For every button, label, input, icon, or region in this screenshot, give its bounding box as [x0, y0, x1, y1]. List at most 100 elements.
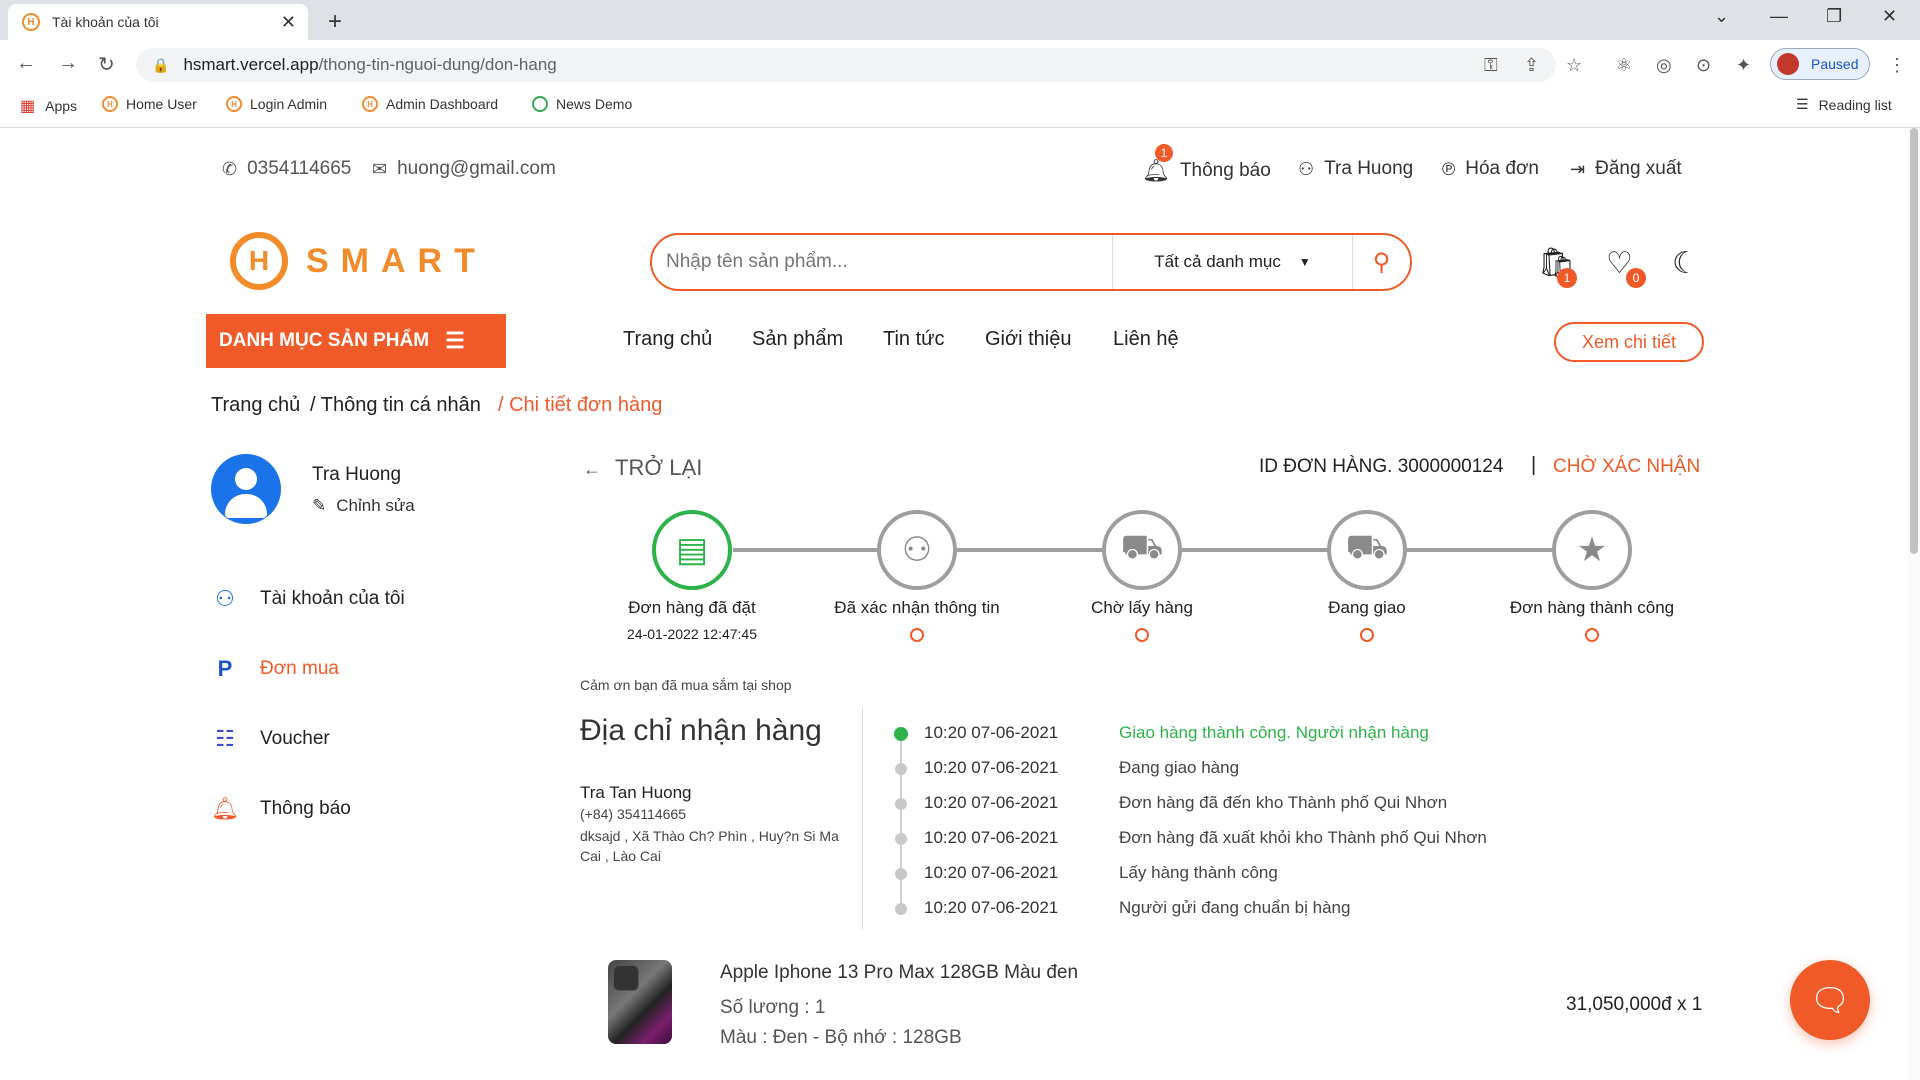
bell-icon: 🔔︎ [211, 796, 239, 821]
share-icon[interactable]: ⇪ [1524, 55, 1539, 76]
kebab-menu-icon[interactable]: ⋮ [1888, 55, 1906, 76]
bookmark-news-demo[interactable]: News Demo [532, 96, 632, 112]
address-bar[interactable]: 🔒 hsmart.vercel.app/thong-tin-nguoi-dung… [136, 48, 1556, 82]
back-button[interactable]: ← TRỞ LẠI [583, 455, 702, 481]
site-logo[interactable]: H SMART [230, 232, 487, 290]
nav-home[interactable]: Trang chủ [623, 328, 712, 351]
search-input[interactable] [652, 235, 1112, 289]
close-tab-icon[interactable]: ✕ [281, 12, 296, 33]
timeline-time: 10:20 07-06-2021 [924, 898, 1059, 917]
product-category-button[interactable]: DANH MỤC SẢN PHẨM ☰ [206, 314, 506, 368]
sidebar-item-notifications[interactable]: 🔔︎ Thông báo [210, 796, 351, 822]
bookmark-home-user[interactable]: H Home User [102, 96, 197, 112]
profile-avatar [1777, 53, 1799, 75]
nav-about[interactable]: Giới thiệu [985, 328, 1071, 351]
step-time: 24-01-2022 12:47:45 [627, 626, 757, 642]
browser-tab[interactable]: H Tài khoản của tôi ✕ [8, 4, 308, 40]
timeline-event: Đang giao hàng [1119, 758, 1240, 777]
timeline-time: 10:20 07-06-2021 [924, 758, 1059, 777]
timeline-time: 10:20 07-06-2021 [924, 863, 1059, 882]
url-path: /thong-tin-nguoi-dung/don-hang [318, 55, 557, 74]
breadcrumb-current: / Chi tiết đơn hàng [498, 394, 663, 416]
arrow-left-icon: ← [583, 459, 601, 479]
reload-icon[interactable]: ↻ [98, 52, 115, 77]
chat-button[interactable]: 🗨︎ [1790, 960, 1870, 1040]
product-quantity: Số lương : 1 [720, 997, 826, 1018]
breadcrumb-home[interactable]: Trang chủ [211, 394, 300, 417]
stepper-connector [957, 548, 1108, 552]
sidebar-item-orders[interactable]: P Đơn mua [210, 656, 339, 682]
lock-icon: 🔒 [152, 56, 170, 73]
bookmark-login-admin[interactable]: H Login Admin [226, 96, 327, 112]
tab-title: Tài khoản của tôi [52, 14, 159, 30]
notifications-link[interactable]: 🔔︎ Thông báo [1142, 158, 1271, 184]
close-window-icon[interactable]: ✕ [1882, 6, 1897, 27]
dark-mode-moon-icon[interactable]: ☾ [1672, 246, 1699, 281]
step-label: Đơn hàng đã đặt [628, 598, 756, 617]
contact-phone: ✆ 0354114665 [222, 158, 352, 179]
chevron-down-icon: ▼ [1298, 255, 1311, 269]
pending-indicator [910, 628, 924, 642]
divider [862, 708, 863, 930]
devtools-extension-icon[interactable]: ⊙ [1696, 55, 1711, 76]
address-title: Địa chỉ nhận hàng [580, 714, 822, 747]
minimize-icon[interactable]: — [1770, 6, 1788, 27]
product-name[interactable]: Apple Iphone 13 Pro Max 128GB Màu đen [720, 962, 1078, 984]
new-tab-icon[interactable]: + [328, 8, 342, 36]
receiver-name: Tra Tan Huong [580, 783, 692, 802]
timeline-event: Đơn hàng đã xuất khỏi kho Thành phố Qui … [1119, 828, 1487, 847]
order-separator: | [1531, 454, 1537, 476]
extension-icon[interactable]: ◎ [1656, 55, 1672, 76]
order-status: CHỜ XÁC NHẬN [1553, 456, 1701, 477]
bookmark-apps[interactable]: ▦ Apps [20, 96, 77, 116]
key-icon[interactable]: ⚿ [1484, 55, 1498, 76]
timeline-time: 10:20 07-06-2021 [924, 723, 1059, 742]
page-scrollbar[interactable] [1908, 128, 1920, 1080]
bookmark-admin-dashboard[interactable]: H Admin Dashboard [362, 96, 498, 112]
order-id: ID ĐƠN HÀNG. 3000000124 [1259, 456, 1504, 477]
product-image[interactable] [608, 960, 672, 1044]
product-price: 31,050,000đ x 1 [1566, 994, 1703, 1015]
nav-news[interactable]: Tin tức [883, 328, 945, 351]
back-icon[interactable]: ← [16, 52, 36, 75]
pending-indicator [1360, 628, 1374, 642]
view-detail-button[interactable]: Xem chi tiết [1554, 322, 1704, 362]
chat-icon: 🗨︎ [1809, 982, 1851, 1018]
stepper-connector [733, 548, 889, 552]
sidebar-item-voucher[interactable]: ☷ Voucher [210, 726, 330, 752]
reading-list[interactable]: ☰ Reading list [1796, 96, 1892, 113]
nav-products[interactable]: Sản phẩm [752, 328, 843, 351]
timeline-line [900, 734, 902, 908]
hsmart-bookmark-icon: H [102, 96, 118, 112]
logout-link[interactable]: ⇥ Đăng xuất [1570, 158, 1682, 180]
stepper-connector [1407, 548, 1557, 552]
breadcrumb-profile[interactable]: / Thông tin cá nhân [310, 394, 481, 417]
mail-icon: ✉ [372, 158, 388, 179]
puzzle-icon[interactable]: ✦ [1736, 55, 1751, 76]
bookmark-star-icon[interactable]: ☆ [1566, 55, 1582, 76]
profile-username: Tra Huong [312, 464, 402, 485]
forward-icon[interactable]: → [58, 52, 78, 75]
react-devtools-icon[interactable]: ⚛ [1616, 55, 1632, 76]
restore-icon[interactable]: ❐ [1826, 6, 1842, 27]
edit-profile-link[interactable]: ✎ Chỉnh sửa [312, 496, 415, 516]
category-select[interactable]: Tất cả danh mục ▼ [1112, 235, 1352, 289]
pending-indicator [1135, 628, 1149, 642]
user-link[interactable]: ⚇ Tra Huong [1298, 158, 1413, 180]
step-confirmed: ⚇ [877, 510, 957, 590]
invoice-link[interactable]: ℗ Hóa đơn [1442, 158, 1539, 180]
pending-indicator [1585, 628, 1599, 642]
step-awaiting-pickup: ⛟ [1102, 510, 1182, 590]
apps-grid-icon: ▦ [20, 98, 36, 115]
sidebar-item-account[interactable]: ⚇ Tài khoản của tôi [210, 586, 405, 612]
timeline-dot [895, 868, 907, 880]
profile-button[interactable]: Paused [1770, 48, 1870, 80]
search-button[interactable]: ⚲ [1352, 235, 1410, 289]
timeline-time: 10:20 07-06-2021 [924, 793, 1059, 812]
tab-search-icon[interactable]: ⌄ [1714, 6, 1729, 27]
avatar [211, 454, 281, 524]
list-icon: ☷ [215, 726, 235, 751]
nav-contact[interactable]: Liên hệ [1113, 328, 1179, 351]
timeline-dot [895, 798, 907, 810]
logout-icon: ⇥ [1570, 158, 1586, 179]
